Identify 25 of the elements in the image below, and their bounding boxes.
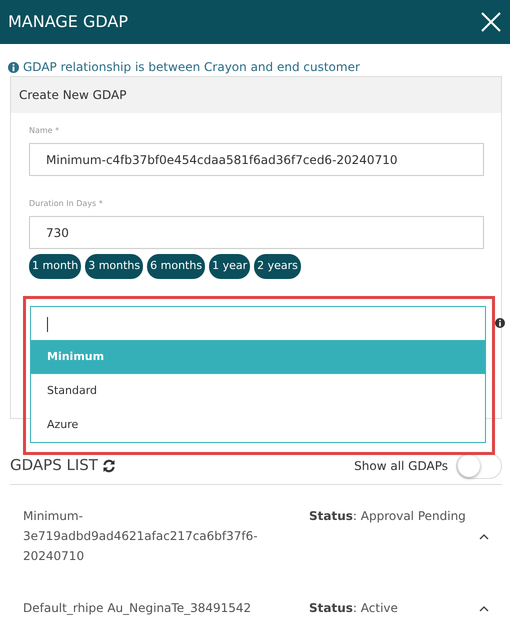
status-text: Status: Approval Pending xyxy=(309,508,467,525)
duration-chip[interactable]: 1 month xyxy=(29,254,82,279)
duration-chip[interactable]: 6 months xyxy=(147,254,206,279)
toggle-label: Show all GDAPs xyxy=(354,458,448,474)
status-text: Status: Active xyxy=(309,600,399,617)
list-title: GDAPS LIST xyxy=(10,455,98,476)
close-icon[interactable] xyxy=(480,11,502,33)
info-icon xyxy=(495,318,505,328)
refresh-icon[interactable] xyxy=(102,458,116,472)
gdap-name: Default_rhipe Au_NeginaTe_38491542 xyxy=(23,600,252,617)
duration-chip[interactable]: 2 years xyxy=(254,254,301,279)
toggle-switch[interactable] xyxy=(456,452,502,478)
panel-title: Create New GDAP xyxy=(19,87,126,104)
input-field[interactable]: Minimum-c4fb37bf0e454cdaa581f6ad36f7ced6-20240710 xyxy=(29,143,484,176)
info-icon xyxy=(8,62,19,72)
gdap-name: Minimum- 3e719adbd9ad4621afac217ca6bf37f6- 20240710 xyxy=(23,508,259,565)
field-label: Name * xyxy=(29,125,60,137)
info-text: GDAP relationship is between Crayon and end customer xyxy=(23,59,360,76)
window-title: MANAGE GDAP xyxy=(8,11,128,33)
field-label: Duration In Days * xyxy=(29,198,103,210)
duration-chip[interactable]: 3 months xyxy=(85,254,144,279)
dropdown-field[interactable]: Minimum Standard Azure xyxy=(30,306,486,443)
input-field[interactable]: 730 xyxy=(29,216,484,249)
text-cursor xyxy=(47,317,48,332)
duration-chip[interactable]: 1 year xyxy=(209,254,250,279)
